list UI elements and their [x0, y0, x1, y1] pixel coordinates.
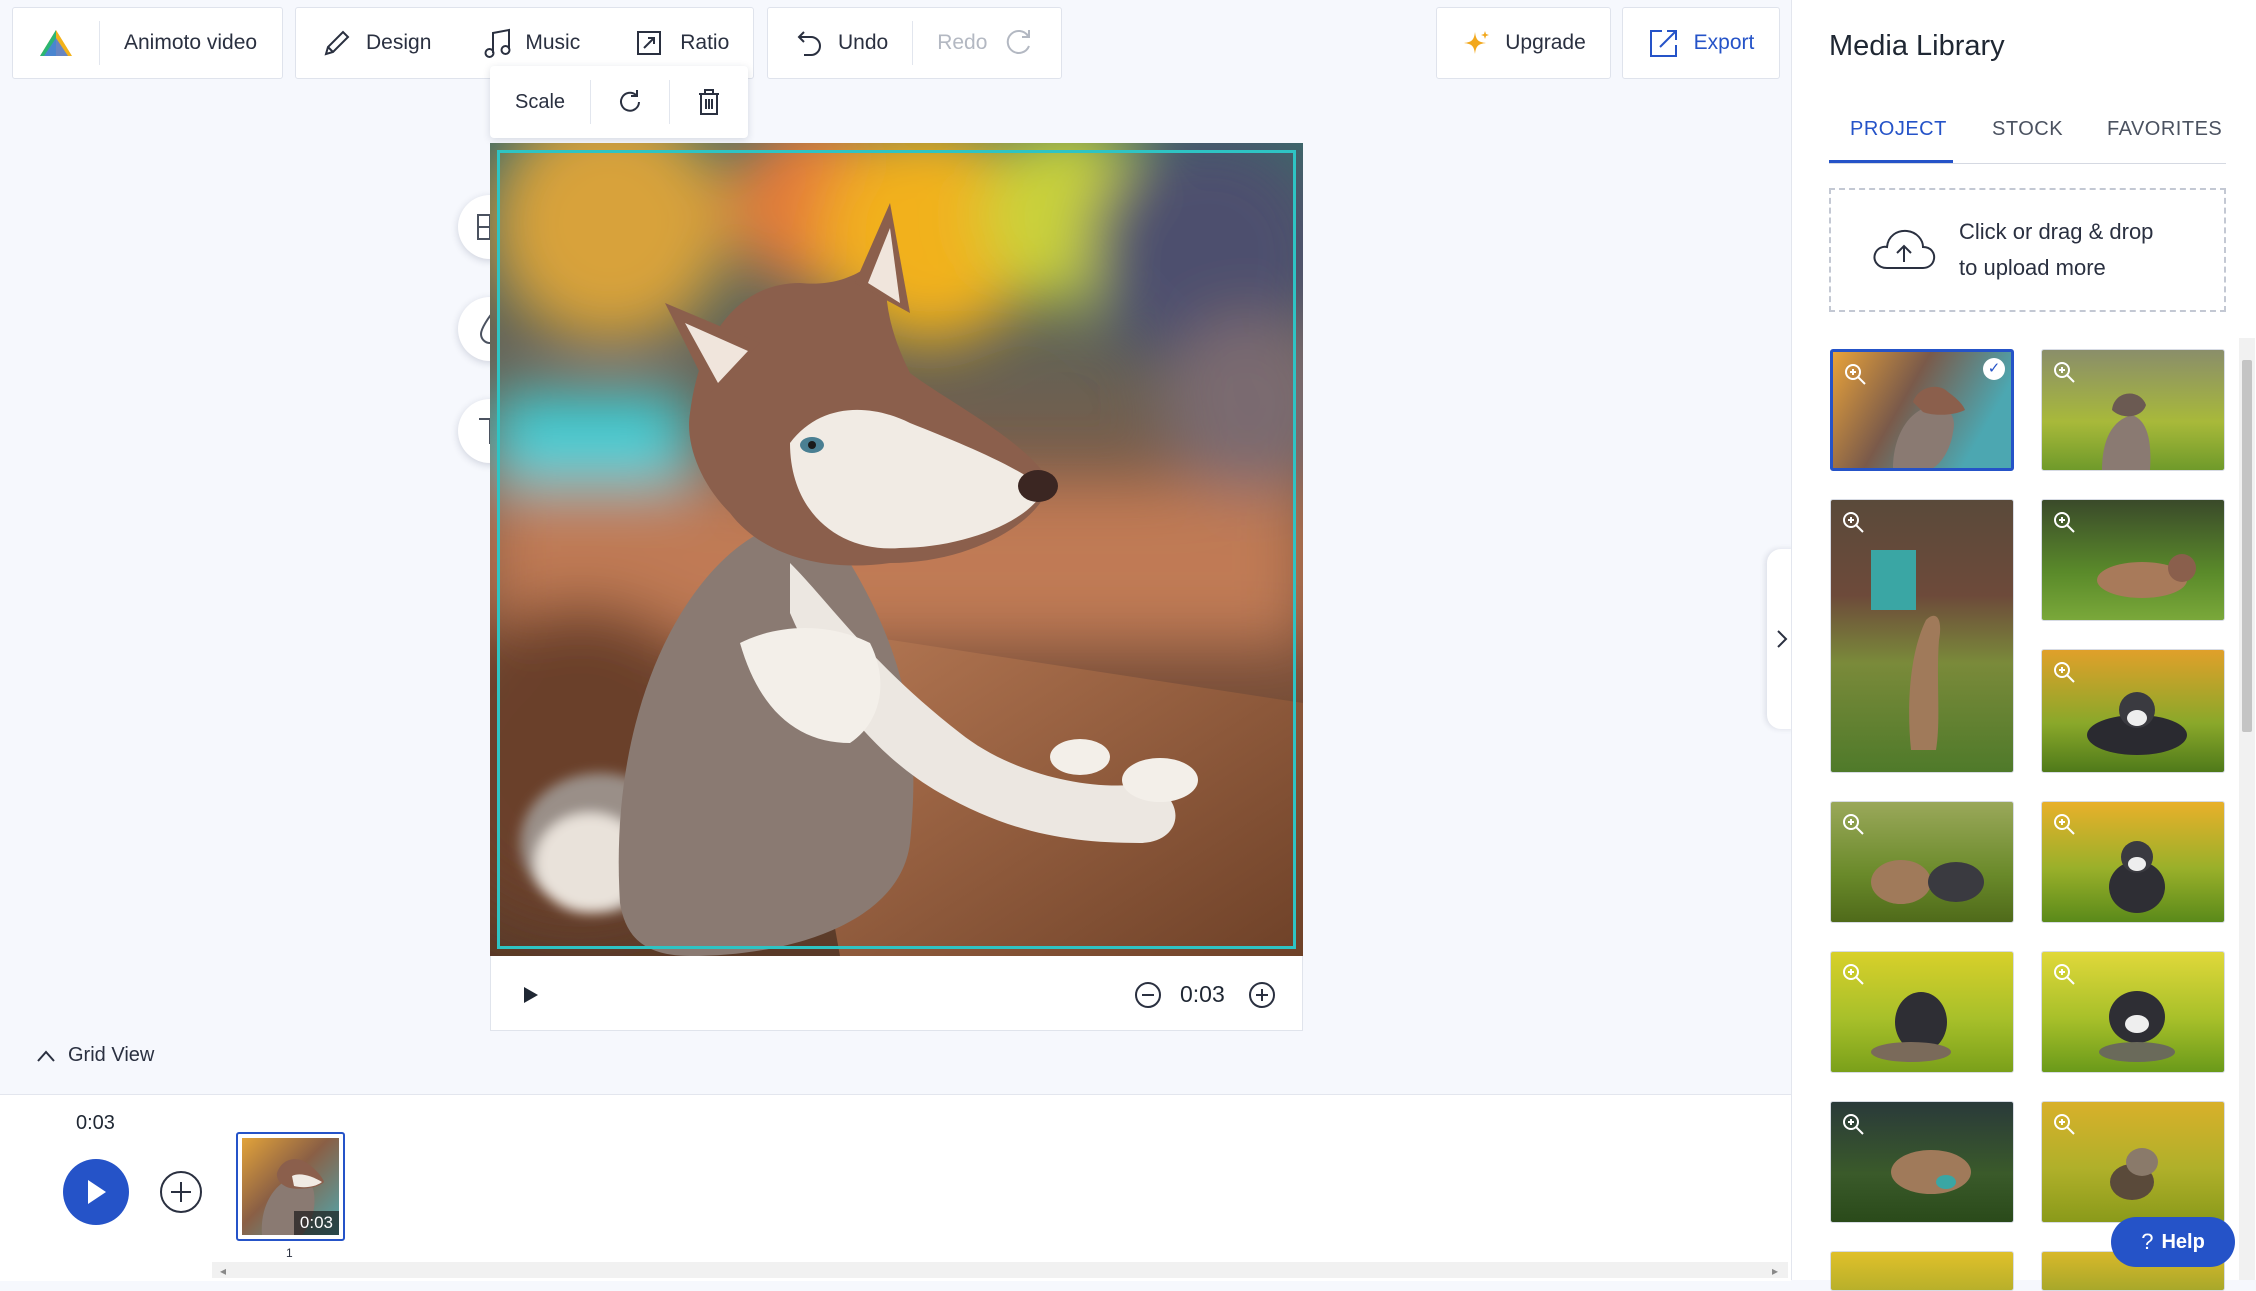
zoom-in-icon[interactable]: [2052, 660, 2076, 684]
media-library-panel: Media Library PROJECT STOCK FAVORITES Cl…: [1791, 0, 2256, 1291]
undo-button[interactable]: Undo: [768, 8, 912, 78]
selection-frame: [497, 150, 1296, 949]
zoom-in-icon[interactable]: [2052, 510, 2076, 534]
media-photo: [1871, 550, 1941, 750]
duration-increase-button[interactable]: [1248, 981, 1276, 1014]
timeline-total-time: 0:03: [76, 1112, 115, 1134]
music-note-icon: [484, 28, 511, 58]
help-label: Help: [2161, 1230, 2205, 1253]
zoom-in-icon[interactable]: [1841, 812, 1865, 836]
media-item[interactable]: [2041, 1101, 2225, 1223]
plus-circle-icon: [1249, 982, 1275, 1008]
preview-play-button[interactable]: [522, 985, 540, 1010]
clip-index: 1: [286, 1246, 293, 1260]
export-icon: [1649, 30, 1677, 57]
zoom-in-icon[interactable]: [2052, 962, 2076, 986]
media-item[interactable]: [2041, 951, 2225, 1073]
play-icon: [524, 987, 538, 1003]
question-icon: ?: [2141, 1229, 2154, 1254]
rotate-button[interactable]: [591, 88, 669, 116]
zoom-in-icon[interactable]: [1841, 962, 1865, 986]
sparkle-icon: [1464, 31, 1490, 54]
cloud-upload-icon: [1873, 229, 1936, 269]
design-button[interactable]: Design: [296, 8, 457, 78]
tab-favorites[interactable]: FAVORITES: [2107, 118, 2222, 141]
scroll-right-arrow[interactable]: ▸: [1772, 1264, 1778, 1278]
tab-stock[interactable]: STOCK: [1992, 118, 2063, 141]
timeline-play-button[interactable]: [63, 1159, 129, 1225]
tab-project[interactable]: PROJECT: [1850, 118, 1947, 141]
play-icon: [88, 1180, 106, 1204]
export-label: Export: [1693, 31, 1755, 54]
redo-button[interactable]: Redo: [913, 8, 1053, 78]
history-box: Undo Redo: [767, 7, 1062, 79]
grid-view-label: Grid View: [68, 1044, 155, 1066]
scroll-left-arrow[interactable]: ◂: [220, 1264, 226, 1278]
ratio-icon: [637, 31, 662, 55]
clip-duration: 0:03: [1180, 981, 1225, 1007]
delete-button[interactable]: [670, 88, 748, 116]
minus-circle-icon: [1135, 982, 1161, 1008]
music-label: Music: [525, 31, 581, 54]
duration-decrease-button[interactable]: [1134, 981, 1162, 1014]
undo-icon: [797, 31, 821, 56]
media-item[interactable]: [2041, 499, 2225, 621]
redo-label: Redo: [937, 31, 988, 54]
rotate-icon: [620, 90, 640, 112]
selected-check-icon: ✓: [1983, 358, 2005, 380]
zoom-in-icon[interactable]: [1843, 362, 1867, 386]
scale-button[interactable]: Scale: [490, 91, 590, 114]
tabs-divider: [1829, 163, 2226, 164]
chevron-up-icon: [37, 1049, 55, 1062]
upload-line-2: to upload more: [1959, 255, 2106, 280]
pencil-icon: [324, 30, 350, 56]
upload-dropzone[interactable]: Click or drag & drop to upload more: [1829, 188, 2226, 312]
media-item[interactable]: [1830, 1101, 2014, 1223]
app-logo[interactable]: [13, 8, 99, 78]
media-item[interactable]: [2041, 349, 2225, 471]
media-item[interactable]: [1830, 1251, 2014, 1291]
grid-view-toggle[interactable]: Grid View: [36, 1044, 154, 1067]
help-button[interactable]: ? Help: [2111, 1217, 2235, 1267]
upgrade-button[interactable]: Upgrade: [1436, 7, 1611, 79]
upload-text: Click or drag & drop to upload more: [1959, 214, 2153, 286]
animoto-logo-icon: [40, 30, 72, 56]
timeline-scrollbar[interactable]: [212, 1262, 1788, 1278]
clip-context-menu: Scale: [490, 66, 748, 138]
timeline-clip[interactable]: 0:03: [236, 1132, 345, 1241]
design-label: Design: [366, 31, 432, 54]
trash-icon: [699, 89, 719, 115]
zoom-in-icon[interactable]: [1841, 510, 1865, 534]
upload-line-1: Click or drag & drop: [1959, 219, 2154, 244]
media-scrollbar-thumb[interactable]: [2242, 360, 2252, 732]
zoom-in-icon[interactable]: [2052, 1112, 2076, 1136]
upgrade-label: Upgrade: [1505, 31, 1586, 54]
media-item[interactable]: [1830, 499, 2014, 773]
clip-duration-badge: 0:03: [293, 1211, 339, 1235]
app-title[interactable]: Animoto video: [100, 8, 257, 78]
chevron-right-icon: [1777, 630, 1788, 648]
zoom-in-icon[interactable]: [2052, 360, 2076, 384]
media-item[interactable]: [2041, 801, 2225, 923]
media-library-title: Media Library: [1829, 30, 2005, 62]
media-item[interactable]: [1830, 801, 2014, 923]
media-item[interactable]: [1830, 951, 2014, 1073]
clip-thumbnail: 0:03: [242, 1138, 339, 1235]
ratio-label: Ratio: [680, 31, 730, 54]
media-item[interactable]: ✓: [1830, 349, 2014, 471]
undo-label: Undo: [838, 31, 889, 54]
plus-circle-icon: [160, 1171, 202, 1213]
media-item[interactable]: [2041, 649, 2225, 773]
zoom-in-icon[interactable]: [1841, 1112, 1865, 1136]
add-clip-button[interactable]: [159, 1170, 203, 1219]
app-title-box: Animoto video: [12, 7, 283, 79]
zoom-in-icon[interactable]: [2052, 812, 2076, 836]
redo-icon: [1007, 29, 1031, 54]
export-button[interactable]: Export: [1622, 7, 1780, 79]
